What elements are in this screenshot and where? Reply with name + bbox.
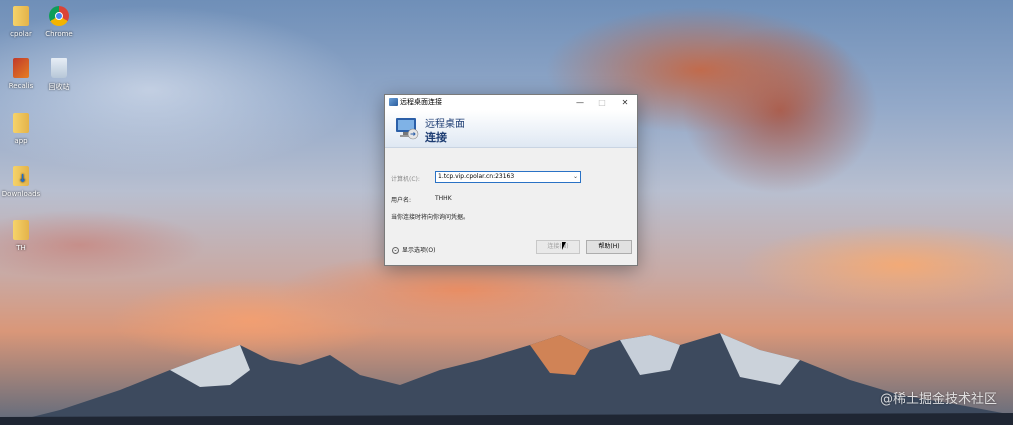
folder-icon	[13, 6, 29, 26]
dialog-titlebar[interactable]: 远程桌面连接 — □ ✕	[385, 95, 637, 110]
header-subtitle: 连接	[425, 131, 447, 144]
desktop-icon-label: TH	[16, 244, 26, 252]
downloads-icon	[13, 166, 29, 186]
recycle-bin-icon	[51, 58, 67, 78]
mouse-cursor-icon	[562, 242, 566, 250]
desktop-icon-downloads[interactable]: Downloads	[0, 166, 42, 198]
chevron-down-icon[interactable]: ⌄	[573, 172, 578, 182]
connect-button[interactable]: 连接(N)	[536, 240, 580, 254]
remote-desktop-dialog: 远程桌面连接 — □ ✕ 远程桌面 连接 计算机(C): 1.tcp.vip.c…	[384, 94, 638, 266]
show-options-toggle[interactable]: ⌄ 显示选项(O)	[392, 245, 435, 254]
desktop-icon-th[interactable]: TH	[0, 220, 42, 252]
maximize-button[interactable]: □	[591, 95, 613, 110]
computer-label: 计算机(C):	[391, 176, 420, 183]
watermark-text: @稀土掘金技术社区	[879, 392, 997, 407]
credentials-info-text: 当你连接时将向你询问凭据。	[391, 214, 470, 221]
desktop-icon-label: cpolar	[10, 30, 32, 38]
desktop-icon-label: 回收站	[48, 83, 70, 91]
chrome-icon	[49, 6, 69, 26]
monitor-connection-icon	[396, 118, 419, 140]
app-icon	[13, 58, 29, 78]
dialog-header: 远程桌面 连接	[385, 110, 637, 148]
desktop-icon-label: app	[14, 137, 28, 145]
desktop-icon-label: Recalis	[8, 82, 34, 90]
header-title: 远程桌面	[425, 119, 465, 130]
desktop-icon-cpolar[interactable]: cpolar	[0, 6, 42, 38]
computer-value: 1.tcp.vip.cpolar.cn:23163	[438, 173, 515, 180]
chevron-down-circle-icon: ⌄	[392, 247, 399, 254]
show-options-label: 显示选项(O)	[402, 247, 436, 254]
folder-icon	[13, 113, 29, 133]
mountain-range-wallpaper	[0, 333, 1013, 425]
desktop-icon-recycle-bin[interactable]: 回收站	[38, 58, 80, 92]
folder-icon	[13, 220, 29, 240]
computer-combobox[interactable]: 1.tcp.vip.cpolar.cn:23163 ⌄	[435, 171, 581, 183]
desktop-icon-label: Chrome	[45, 30, 73, 38]
username-value: THHK	[435, 195, 452, 202]
desktop-icon-recalis[interactable]: Recalis	[0, 58, 42, 90]
dialog-title: 远程桌面连接	[400, 98, 442, 106]
desktop-icon-label: Downloads	[1, 190, 41, 198]
remote-desktop-icon	[389, 98, 398, 106]
minimize-button[interactable]: —	[569, 95, 591, 110]
username-label: 用户名:	[391, 197, 412, 204]
help-button[interactable]: 帮助(H)	[586, 240, 632, 254]
desktop-icon-chrome[interactable]: Chrome	[38, 6, 80, 38]
close-button[interactable]: ✕	[614, 95, 636, 110]
desktop-icon-app[interactable]: app	[0, 113, 42, 145]
